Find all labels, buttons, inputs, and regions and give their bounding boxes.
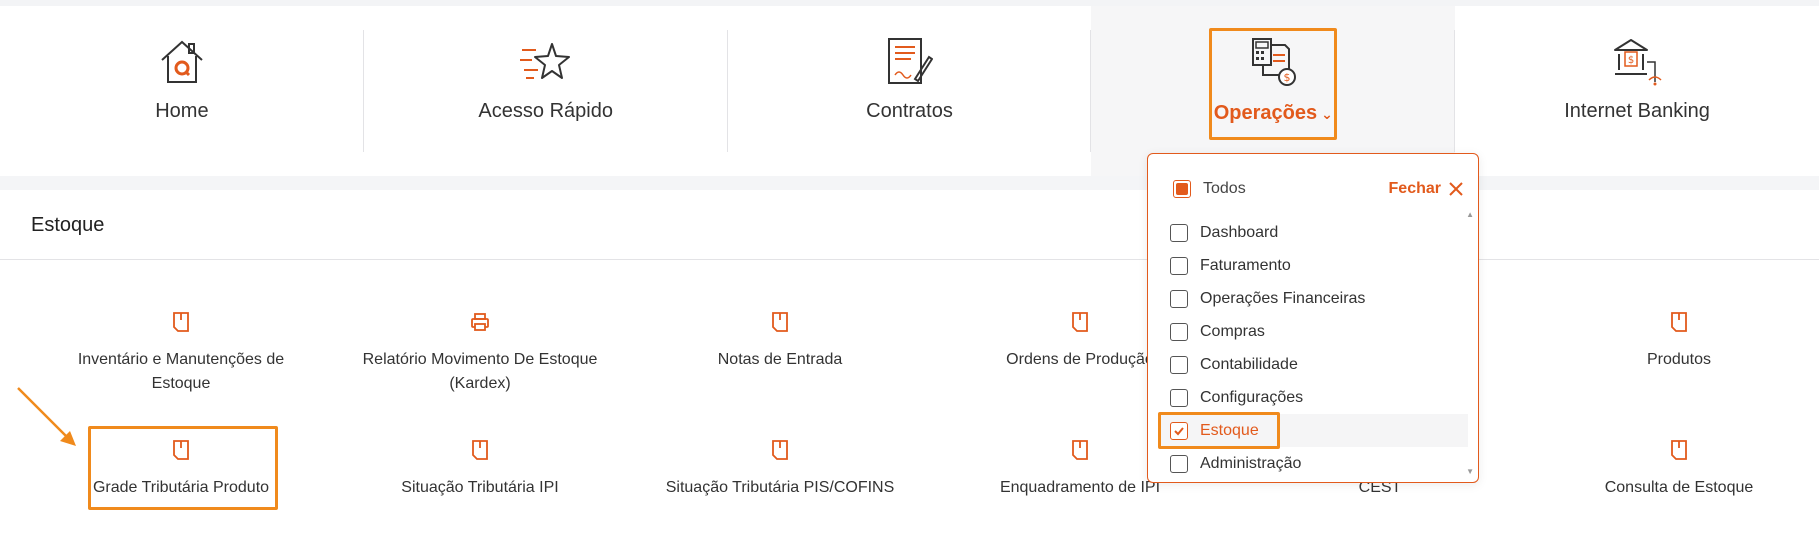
document-icon xyxy=(468,438,492,462)
select-all-label: Todos xyxy=(1203,180,1246,197)
checkbox[interactable] xyxy=(1170,256,1188,275)
module-inventario[interactable]: Inventário e Manutenções de Estoque xyxy=(41,310,321,396)
module-label: Ordens de Produção xyxy=(1006,351,1154,368)
module-label: Inventário e Manutenções de Estoque xyxy=(77,351,285,392)
nav-acesso-rapido[interactable]: Acesso Rápido xyxy=(364,6,728,176)
nav-home[interactable]: Home xyxy=(0,6,364,176)
document-icon xyxy=(1068,310,1092,334)
option-compras[interactable]: Compras xyxy=(1158,315,1468,348)
nav-label-internet-banking: Internet Banking xyxy=(1564,100,1710,122)
module-notas-entrada[interactable]: Notas de Entrada xyxy=(640,310,920,372)
option-estoque[interactable]: Estoque xyxy=(1158,412,1468,449)
nav-contratos[interactable]: Contratos xyxy=(728,6,1092,176)
close-label: Fechar xyxy=(1388,180,1441,197)
module-label: Grade Tributária Produto xyxy=(92,479,270,496)
option-label: Configurações xyxy=(1200,388,1304,406)
document-icon xyxy=(768,310,792,334)
option-configuracoes[interactable]: Configurações xyxy=(1158,381,1468,414)
checkbox[interactable] xyxy=(1170,289,1188,308)
checkbox[interactable] xyxy=(1170,388,1188,407)
module-label: Enquadramento de IPI xyxy=(999,479,1161,496)
section-title: Estoque xyxy=(31,214,105,236)
module-relatorio-kardex[interactable]: Relatório Movimento De Estoque (Kardex) xyxy=(340,310,620,396)
nav-operacoes-highlight xyxy=(1209,28,1338,140)
option-label: Compras xyxy=(1200,322,1265,340)
nav-label-contratos: Contratos xyxy=(866,100,953,122)
checkbox[interactable] xyxy=(1170,322,1188,341)
bank-icon: $ xyxy=(1609,34,1665,90)
option-label: Contabilidade xyxy=(1200,355,1298,373)
nav-label-home: Home xyxy=(155,100,209,122)
star-icon xyxy=(518,34,574,90)
document-icon xyxy=(1667,310,1691,334)
svg-text:$: $ xyxy=(1628,55,1634,66)
document-icon xyxy=(768,438,792,462)
close-icon xyxy=(1449,182,1463,196)
module-situacao-pis-cofins[interactable]: Situação Tributária PIS/COFINS xyxy=(640,438,920,500)
option-operacoes-financeiras[interactable]: Operações Financeiras xyxy=(1158,282,1468,315)
scroll-down-icon[interactable]: ▼ xyxy=(1466,467,1474,476)
document-icon xyxy=(1068,438,1092,462)
checkbox[interactable] xyxy=(1170,454,1188,473)
top-navigation: Home Acesso Rápido Contratos $ Operações… xyxy=(0,6,1819,176)
document-icon xyxy=(169,310,193,334)
module-consulta-estoque[interactable]: Consulta de Estoque xyxy=(1539,438,1819,500)
module-grade-tributaria[interactable]: Grade Tributária Produto xyxy=(41,438,321,500)
document-icon xyxy=(169,438,193,462)
arrow-icon xyxy=(17,387,76,446)
option-faturamento[interactable]: Faturamento xyxy=(1158,249,1468,282)
nav-label-acesso-rapido: Acesso Rápido xyxy=(478,100,613,122)
option-label: Faturamento xyxy=(1200,256,1291,274)
dropdown-options: Dashboard Faturamento Operações Financei… xyxy=(1158,216,1468,480)
option-label: Administração xyxy=(1200,454,1302,472)
section-header: Estoque xyxy=(0,190,1819,260)
checkbox[interactable] xyxy=(1170,223,1188,242)
module-label: Situação Tributária PIS/COFINS xyxy=(665,479,895,496)
option-label: Dashboard xyxy=(1200,223,1279,241)
option-contabilidade[interactable]: Contabilidade xyxy=(1158,348,1468,381)
document-icon xyxy=(1667,438,1691,462)
select-all-checkbox[interactable] xyxy=(1173,180,1191,198)
home-icon xyxy=(154,34,210,90)
option-administracao[interactable]: Administração xyxy=(1158,447,1468,480)
nav-operacoes[interactable]: $ Operações ⌄ xyxy=(1091,6,1456,176)
checkbox[interactable] xyxy=(1170,355,1188,374)
option-label: Operações Financeiras xyxy=(1200,289,1366,307)
dropdown-header: Todos Fechar xyxy=(1173,176,1463,202)
printer-icon xyxy=(468,310,492,334)
module-label: Situação Tributária IPI xyxy=(401,479,559,496)
module-label: Produtos xyxy=(1646,351,1712,368)
estoque-highlight xyxy=(1158,412,1280,449)
module-label: Relatório Movimento De Estoque (Kardex) xyxy=(362,351,598,392)
close-button[interactable]: Fechar xyxy=(1389,180,1463,198)
contract-icon xyxy=(881,34,937,90)
divider-band xyxy=(0,176,1819,190)
module-produtos[interactable]: Produtos xyxy=(1539,310,1819,372)
option-dashboard[interactable]: Dashboard xyxy=(1158,216,1468,249)
operacoes-dropdown: Todos Fechar ▲ Dashboard Faturamento Ope… xyxy=(1147,153,1479,483)
module-situacao-ipi[interactable]: Situação Tributária IPI xyxy=(340,438,620,500)
nav-internet-banking[interactable]: $ Internet Banking xyxy=(1455,6,1819,176)
module-label: Notas de Entrada xyxy=(717,351,843,368)
module-label: Consulta de Estoque xyxy=(1604,479,1754,496)
